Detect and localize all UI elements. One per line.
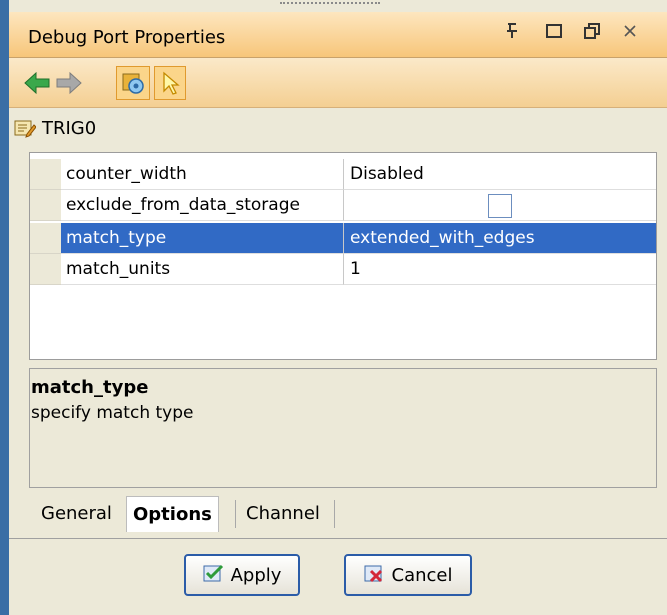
drag-grip[interactable] xyxy=(280,2,380,10)
cancel-x-icon xyxy=(364,563,386,588)
tab-channel[interactable]: Channel xyxy=(240,496,326,532)
apply-check-icon xyxy=(203,563,225,588)
row-gutter xyxy=(30,159,61,190)
gear-settings-icon[interactable] xyxy=(116,66,150,100)
cancel-label: Cancel xyxy=(391,564,453,586)
property-name-selected[interactable]: match_type xyxy=(61,223,344,254)
property-name[interactable]: exclude_from_data_storage xyxy=(61,190,344,221)
tab-separator xyxy=(334,500,335,528)
close-icon[interactable] xyxy=(618,22,642,46)
property-name[interactable]: counter_width xyxy=(61,159,344,190)
forward-arrow-icon[interactable] xyxy=(52,66,86,100)
property-value-selected[interactable]: extended_with_edges xyxy=(344,223,656,254)
description-title: match_type xyxy=(31,377,149,398)
tab-options[interactable]: Options xyxy=(126,496,219,532)
tab-general[interactable]: General xyxy=(35,496,118,532)
description-text: specify match type xyxy=(31,403,194,423)
pin-icon[interactable] xyxy=(500,22,524,46)
pointer-icon[interactable] xyxy=(154,66,186,100)
apply-label: Apply xyxy=(230,564,282,586)
row-gutter xyxy=(30,254,61,285)
restore-icon[interactable] xyxy=(580,22,604,46)
apply-button[interactable]: Apply xyxy=(184,554,300,596)
maximize-icon[interactable] xyxy=(542,22,566,46)
back-arrow-icon[interactable] xyxy=(20,66,54,100)
window-title: Debug Port Properties xyxy=(28,27,226,48)
cancel-button[interactable]: Cancel xyxy=(344,554,472,596)
row-gutter xyxy=(30,223,61,254)
object-icon xyxy=(14,118,37,138)
window-left-edge xyxy=(0,0,9,615)
property-value[interactable]: Disabled xyxy=(344,159,656,190)
property-value[interactable]: 1 xyxy=(344,254,656,285)
row-gutter xyxy=(30,190,61,221)
button-bar-divider xyxy=(9,538,667,539)
toolbar xyxy=(9,58,667,108)
exclude-checkbox[interactable] xyxy=(488,194,512,218)
object-name: TRIG0 xyxy=(42,118,97,139)
tab-separator xyxy=(235,500,236,528)
property-name[interactable]: match_units xyxy=(61,254,344,285)
